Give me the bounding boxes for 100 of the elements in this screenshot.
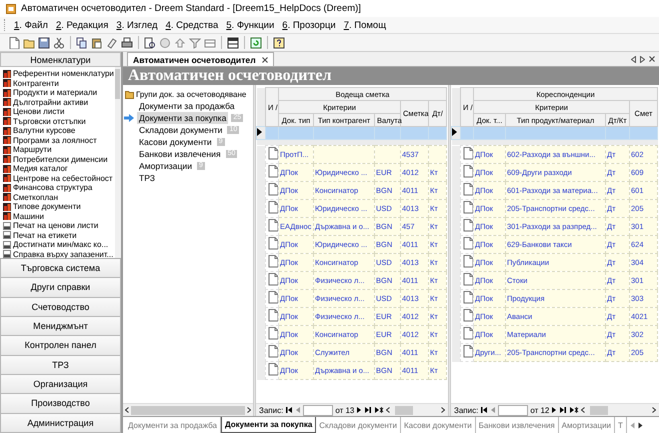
filter-cell[interactable] xyxy=(278,126,314,140)
paste-icon[interactable] xyxy=(91,36,103,48)
sidebar-item[interactable]: Контрагенти xyxy=(13,78,59,88)
menu-item[interactable]: 1. Файл xyxy=(10,20,52,30)
section-button[interactable]: Контролен панел xyxy=(0,336,121,356)
tree-item[interactable]: Документи за покупка xyxy=(137,112,228,124)
chevron-right-icon[interactable] xyxy=(652,407,656,413)
tree-item[interactable]: Банкови извлечения xyxy=(137,148,223,160)
section-button[interactable]: Администрация xyxy=(0,414,121,433)
section-button[interactable]: Търговска система xyxy=(0,259,121,278)
sidebar-item[interactable]: Типове документи xyxy=(13,202,81,212)
close-icon[interactable] xyxy=(649,56,655,62)
sidebar-item[interactable]: Медия каталог xyxy=(13,164,68,174)
save-icon[interactable] xyxy=(38,36,50,48)
sidebar-item[interactable]: Сметкоплан xyxy=(13,192,58,202)
section-button[interactable]: Организация xyxy=(0,374,121,394)
section-button[interactable]: Други справки xyxy=(0,278,121,298)
last-record-icon[interactable] xyxy=(559,406,568,414)
scroll-left-icon[interactable] xyxy=(631,56,636,62)
filter-icon[interactable] xyxy=(189,36,201,48)
refresh-icon[interactable] xyxy=(250,36,262,48)
sidebar-item[interactable]: Дълготрайни активи xyxy=(13,98,88,107)
next-record-icon[interactable] xyxy=(551,406,558,414)
document-tab[interactable]: Т xyxy=(615,417,627,433)
next-record-icon[interactable] xyxy=(356,406,362,414)
document-tab[interactable]: Касови документи xyxy=(400,417,476,433)
sidebar-item[interactable]: Търговски отстъпки xyxy=(13,116,86,126)
tree-item[interactable]: ТРЗ xyxy=(137,172,157,184)
filter-cell[interactable] xyxy=(314,126,374,140)
document-tab[interactable]: Складови документи xyxy=(316,417,401,433)
chevron-left-icon[interactable] xyxy=(581,407,586,413)
last-record-icon[interactable] xyxy=(364,406,372,414)
chevron-right-icon[interactable] xyxy=(441,407,445,413)
sidebar-item[interactable]: Финансова структура xyxy=(13,183,92,192)
menu-item[interactable]: 3. Изглед xyxy=(112,20,162,30)
tree-item[interactable]: Амортизации xyxy=(137,160,194,172)
scroll-thumb xyxy=(395,406,414,414)
navigator-label: Запис: xyxy=(454,406,478,414)
sidebar-item[interactable]: Центрове на себестойност xyxy=(13,174,113,183)
table-icon[interactable] xyxy=(204,36,216,48)
panel-header: Номенклатури xyxy=(0,52,121,67)
sidebar-item[interactable]: Валутни курсове xyxy=(13,126,76,136)
record-input[interactable] xyxy=(303,404,334,416)
eraser-icon[interactable] xyxy=(106,36,118,48)
scroll-right-icon[interactable] xyxy=(638,422,643,428)
document-tab[interactable]: Документи за покупка xyxy=(220,417,316,433)
new-record-icon[interactable] xyxy=(569,406,580,414)
menu-item[interactable]: 6. Прозорци xyxy=(278,20,340,30)
new-record-icon[interactable] xyxy=(374,406,384,414)
sidebar-item[interactable]: Продукти и материали xyxy=(13,88,98,98)
sidebar-item[interactable]: Достигнати мин/макс ко... xyxy=(13,240,108,250)
sidebar-item[interactable]: Референтни номенклатури xyxy=(13,69,114,78)
document-tab[interactable]: Автоматичен осчетоводител xyxy=(127,52,274,66)
app-icon xyxy=(6,4,16,14)
sidebar-item[interactable]: Потребителски дименсии xyxy=(13,154,108,164)
document-tab[interactable]: Банкови извлечения xyxy=(476,417,559,433)
record-input[interactable] xyxy=(498,404,528,416)
arrow-right-icon xyxy=(124,114,134,122)
tree-item[interactable]: Касови документи xyxy=(137,136,214,148)
section-button[interactable]: Мениджмънт xyxy=(0,316,121,336)
upload-icon[interactable] xyxy=(174,36,186,48)
document-tab[interactable]: Амортизации xyxy=(558,417,615,433)
tree-item[interactable]: Складови документи xyxy=(137,124,224,136)
first-record-icon[interactable] xyxy=(285,406,294,414)
printer-icon[interactable] xyxy=(121,36,133,48)
chevron-left-icon[interactable] xyxy=(125,407,129,413)
new-document-icon[interactable] xyxy=(8,36,20,48)
menu-item[interactable]: 2. Редакция xyxy=(52,20,112,30)
copy-icon[interactable] xyxy=(76,36,88,48)
row-pointer-icon xyxy=(452,128,457,136)
tree-root[interactable]: Групи док. за осчетоводяване xyxy=(136,90,246,98)
cut-icon[interactable] xyxy=(53,36,65,48)
menu-item[interactable]: 4. Средства xyxy=(162,20,222,30)
close-icon[interactable] xyxy=(262,56,268,62)
window-icon[interactable] xyxy=(227,36,239,48)
sidebar-item[interactable]: Ценови листи xyxy=(13,107,64,116)
document-icon xyxy=(267,147,278,160)
section-button[interactable]: Счетоводство xyxy=(0,298,121,317)
row-pointer-icon xyxy=(258,128,262,136)
open-folder-icon[interactable] xyxy=(23,36,35,48)
print-preview-icon[interactable] xyxy=(144,36,156,48)
chevron-left-icon[interactable] xyxy=(386,407,390,413)
document-icon xyxy=(462,147,472,160)
tree-item[interactable]: Документи за продажба xyxy=(137,100,237,112)
sidebar-item[interactable]: Печат на етикети xyxy=(13,230,77,240)
sidebar-item[interactable]: Маршрути xyxy=(13,145,52,154)
sidebar-item[interactable]: Програми за лоялност xyxy=(13,136,97,145)
section-button[interactable]: ТРЗ xyxy=(0,356,121,375)
menu-item[interactable]: 5. Функции xyxy=(222,20,278,30)
first-record-icon[interactable] xyxy=(480,406,488,414)
menu-item[interactable]: 7. Помощ xyxy=(340,20,390,30)
scroll-right-icon[interactable] xyxy=(640,56,645,62)
navigator-label: Запис: xyxy=(259,406,284,414)
section-button[interactable]: Производство xyxy=(0,394,121,414)
sidebar-item[interactable]: Печат на ценови листи xyxy=(13,221,98,230)
chevron-right-icon[interactable] xyxy=(247,407,251,413)
sidebar-item[interactable]: Машини xyxy=(13,212,44,221)
scroll-thumb xyxy=(590,406,608,414)
help-icon[interactable] xyxy=(273,36,285,48)
filter-cell[interactable] xyxy=(506,126,606,140)
